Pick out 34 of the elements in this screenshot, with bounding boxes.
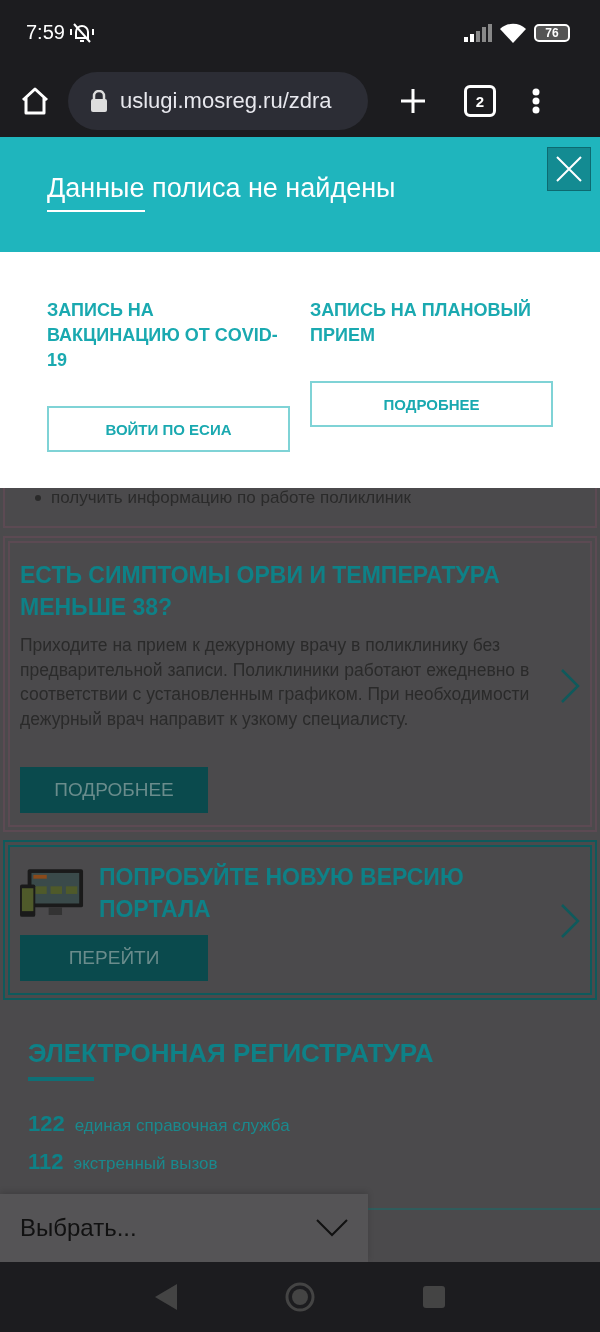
option-button[interactable]: ПОДРОБНЕЕ	[310, 381, 553, 427]
option-button[interactable]: ВОЙТИ ПО ЕСИА	[47, 406, 290, 452]
recents-icon[interactable]	[423, 1286, 445, 1308]
bullet-icon	[35, 495, 41, 501]
back-icon[interactable]	[155, 1284, 177, 1310]
address-bar[interactable]: uslugi.mosreg.ru/zdra	[68, 72, 368, 130]
plus-icon[interactable]	[400, 88, 426, 114]
phone-label: единая справочная служба	[74, 1116, 290, 1137]
option-title: ЗАПИСЬ НА ПЛАНОВЫЙ ПРИЕМ	[310, 298, 532, 347]
wifi-icon	[500, 22, 526, 43]
battery-icon: 76	[534, 23, 570, 42]
status-time: 7:59	[26, 21, 65, 44]
modal-title: Данные полиса не найдены	[47, 173, 396, 212]
chevron-down-icon	[316, 1219, 348, 1237]
details-button[interactable]: ПОДРОБНЕЕ	[20, 767, 208, 814]
signal-icon	[464, 23, 492, 42]
tab-count-button[interactable]: 2	[464, 85, 496, 117]
phone-label: экстренный вызов	[73, 1154, 218, 1175]
chevron-right-icon[interactable]	[560, 903, 580, 940]
lock-icon	[90, 90, 108, 112]
close-icon	[554, 154, 584, 184]
close-button[interactable]	[547, 147, 591, 191]
option-title: ЗАПИСЬ НА ВАКЦИНАЦИЮ ОТ COVID-19	[47, 299, 279, 372]
phone-number[interactable]: 122	[28, 1111, 65, 1138]
phone-number[interactable]: 112	[28, 1149, 64, 1176]
section-heading: ЭЛЕКТРОННАЯ РЕГИСТРАТУРА	[28, 1038, 435, 1070]
card-title: ЕСТЬ СИМПТОМЫ ОРВИ И ТЕМПЕРАТУРА МЕНЬШЕ 38?	[20, 561, 501, 622]
go-button[interactable]: ПЕРЕЙТИ	[20, 935, 208, 982]
home-icon[interactable]	[20, 86, 50, 116]
card-title: ПОПРОБУЙТЕ НОВУЮ ВЕРСИЮ ПОРТАЛА	[98, 862, 465, 925]
chevron-right-icon[interactable]	[560, 668, 580, 705]
home-circle-icon[interactable]	[285, 1282, 315, 1312]
select-dropdown[interactable]: Выбрать...	[0, 1194, 368, 1262]
more-icon[interactable]	[532, 88, 540, 114]
